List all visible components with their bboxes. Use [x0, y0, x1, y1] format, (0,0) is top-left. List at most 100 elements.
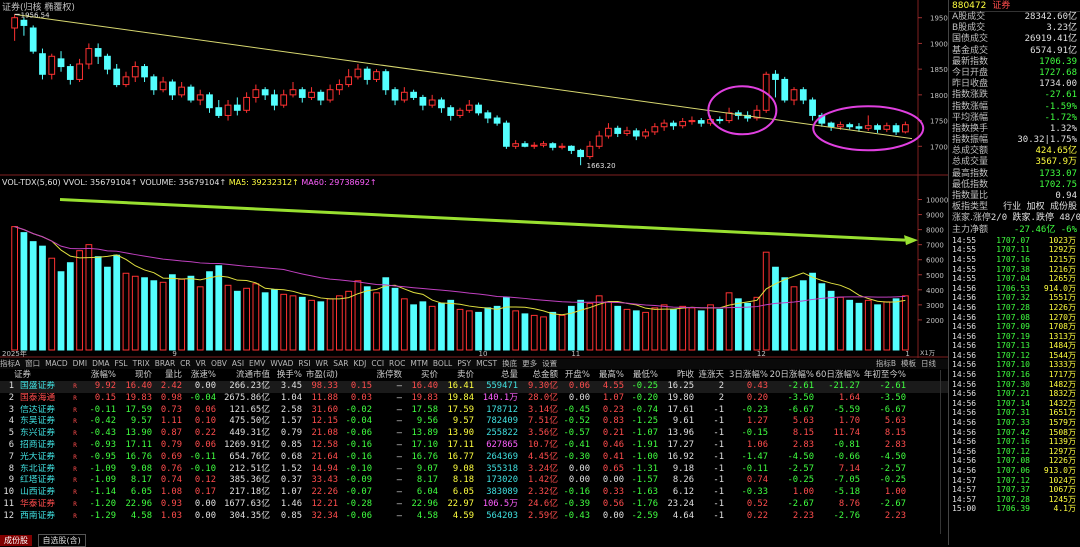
indicator-tab[interactable]: RSI [298, 359, 310, 368]
table-cell: 10 [3, 487, 14, 498]
indicator-tab[interactable]: FSL [114, 359, 127, 368]
indicator-tab[interactable]: MTM [410, 359, 428, 368]
indicator-tab[interactable]: OBV [211, 359, 227, 368]
candle-body [85, 48, 93, 65]
column-header[interactable]: 证券 [14, 369, 70, 381]
toolbar-right-item[interactable]: 指标B [876, 359, 896, 368]
candle-body [373, 71, 380, 80]
candle-body [892, 125, 900, 133]
column-header[interactable]: 买价 [402, 369, 438, 381]
table-row[interactable]: 6 招商证券 R -0.93 17.11 0.79 0.06 1269.91亿 0.85 12.5… [0, 440, 948, 452]
indicator-tab[interactable]: 更多 [522, 359, 537, 368]
indicator-tab[interactable]: 换底 [502, 359, 517, 368]
indicator-tab[interactable]: EMV [249, 359, 265, 368]
tick-row: 14:57 1707.12 1024万 [949, 476, 1080, 486]
table-cell: 2.23 [884, 510, 906, 521]
table-cell: 4.45亿 [528, 451, 558, 462]
table-row[interactable]: 9 红塔证券 R -1.09 8.17 0.74 0.12 385.36亿 0.37 33.43-… [0, 475, 948, 487]
indicator-tab[interactable]: CCI [371, 359, 384, 368]
index-name: 证券 [992, 1, 1011, 11]
candle-body [688, 120, 696, 123]
tick-row: 14:57 1707.28 1245万 [949, 495, 1080, 505]
table-row[interactable]: 12 西南证券 R -1.29 4.58 1.03 0.00 304.35亿 0.85 32.34… [0, 511, 948, 523]
table-cell: -0.45 [563, 404, 590, 415]
table-cell: 9.57 [130, 416, 152, 427]
indicator-tab[interactable]: DMA [92, 359, 109, 368]
column-header[interactable]: 总量 [474, 369, 518, 381]
column-header[interactable]: 连涨天 [694, 369, 724, 381]
column-header[interactable]: 涨停数 [372, 369, 402, 381]
indicator-tab[interactable]: 指标A [0, 359, 20, 368]
table-row[interactable]: 8 东北证券 R -1.09 9.08 0.76 -0.10 212.51亿 1.52 14.94… [0, 464, 948, 476]
stock-table[interactable]: 证券 涨幅% 现价 量比 涨速% 流通市值 换手% 市盈(动) 涨停数 买价 卖价 总量 总金额 开盘% 最… [0, 369, 948, 523]
tab-constituents[interactable]: 成份股 [0, 535, 32, 546]
table-row[interactable]: 4 东吴证券 R -0.42 9.57 1.11 0.10 475.50亿 1.57 12.15-… [0, 416, 948, 428]
column-header[interactable]: 60日涨幅% [814, 369, 860, 381]
column-header[interactable]: 最低% [624, 369, 658, 381]
table-row[interactable]: 2 国泰海通 R 0.15 19.83 0.98 -0.04 2675.86亿 1.04 11.8… [0, 393, 948, 405]
column-header[interactable]: 昨收 [658, 369, 694, 381]
indicator-tab[interactable]: WR [316, 359, 329, 368]
candle-body [465, 104, 473, 111]
indicator-tab[interactable]: VR [196, 359, 206, 368]
indicator-tab[interactable]: BOLL [433, 359, 452, 368]
column-header[interactable]: 涨速% [182, 369, 216, 381]
tick-list[interactable]: 14:55 1707.07 1023万 14:55 1707.11 1292万 14:55 1… [949, 236, 1080, 514]
table-cell: 0.43 [746, 381, 768, 391]
toolbar-right-item[interactable]: 模板 [901, 359, 916, 368]
column-header[interactable]: 流通市值 [216, 369, 270, 381]
table-cell: 1.03 [160, 510, 182, 521]
table-cell: 22.97 [447, 498, 474, 509]
indicator-tab[interactable]: PSY [457, 359, 471, 368]
tick-time: 14:56 [952, 418, 977, 428]
volume-bar [530, 314, 538, 351]
column-header[interactable]: 市盈(动) [302, 369, 338, 381]
table-row[interactable]: 11 华泰证券 R -1.20 22.96 0.93 0.00 1677.63亿 1.46 12.… [0, 499, 948, 511]
indicator-tab[interactable]: WVAD [270, 359, 293, 368]
table-body[interactable]: 1 国盛证券 R 9.92 16.40 2.42 0.00 266.23亿 3.45 98.33 0… [0, 381, 948, 523]
table-row[interactable]: 5 东兴证券 R -0.43 13.90 0.87 0.22 449.31亿 0.79 21.08… [0, 428, 948, 440]
indicator-tab[interactable]: 设置 [542, 359, 557, 368]
indicator-tab[interactable]: DMI [73, 359, 87, 368]
table-cell: 0.85 [280, 510, 302, 521]
column-header[interactable]: 开盘% [558, 369, 590, 381]
column-header[interactable]: 现价 [116, 369, 152, 381]
indicator-tab[interactable]: TRIX [133, 359, 150, 368]
candle-body [224, 104, 232, 116]
table-cell: 264369 [486, 451, 518, 462]
table-row[interactable]: 3 信达证券 R -0.11 17.59 0.73 0.06 121.65亿 2.58 31.60… [0, 405, 948, 417]
candle-body [614, 127, 622, 134]
column-header[interactable]: 3日涨幅% [724, 369, 768, 381]
indicator-tab[interactable]: MCST [476, 359, 497, 368]
column-header[interactable]: 总金额 [518, 369, 558, 381]
indicator-tab[interactable]: 窗口 [25, 359, 40, 368]
tick-price: 1707.16 [996, 370, 1030, 380]
table-row[interactable]: 1 国盛证券 R 9.92 16.40 2.42 0.00 266.23亿 3.45 98.33 0… [0, 381, 948, 393]
candle-body [168, 81, 176, 96]
tick-volume: 1544万 [1048, 350, 1076, 360]
tab-watchlist[interactable]: 自选股(含) [37, 534, 86, 547]
column-header[interactable]: 换手% [270, 369, 302, 381]
indicator-tab[interactable]: KDJ [353, 359, 366, 368]
column-header[interactable]: 卖价 [438, 369, 474, 381]
column-header[interactable]: 量比 [152, 369, 182, 381]
indicator-tab[interactable]: BRAR [155, 359, 175, 368]
indicator-tab[interactable]: CR [180, 359, 190, 368]
column-header[interactable]: 涨幅% [80, 369, 116, 381]
table-row[interactable]: 10 山西证券 R -1.14 6.05 1.08 0.17 217.18亿 1.07 22.26… [0, 487, 948, 499]
quote-label: 最新指数 [952, 56, 989, 67]
column-header[interactable]: 20日涨幅% [768, 369, 814, 381]
indicator-tab[interactable]: ASI [232, 359, 244, 368]
table-cell: -0.04 [189, 392, 216, 403]
table-scrollbar[interactable] [940, 370, 948, 545]
table-row[interactable]: 7 光大证券 R -0.95 16.76 0.69 -0.11 654.76亿 0.68 21.6… [0, 452, 948, 464]
table-cell: -3.50 [787, 392, 814, 403]
quote-value: -27.61 [1044, 90, 1077, 101]
toolbar-right-item[interactable]: 日线 [921, 359, 936, 368]
column-header[interactable]: 最高% [590, 369, 624, 381]
indicator-tab[interactable]: ROC [389, 359, 405, 368]
column-header[interactable]: 年初至今% [860, 369, 906, 381]
indicator-tab[interactable]: MACD [45, 359, 67, 368]
candle-body [20, 19, 28, 26]
indicator-tab[interactable]: SAR [333, 359, 348, 368]
